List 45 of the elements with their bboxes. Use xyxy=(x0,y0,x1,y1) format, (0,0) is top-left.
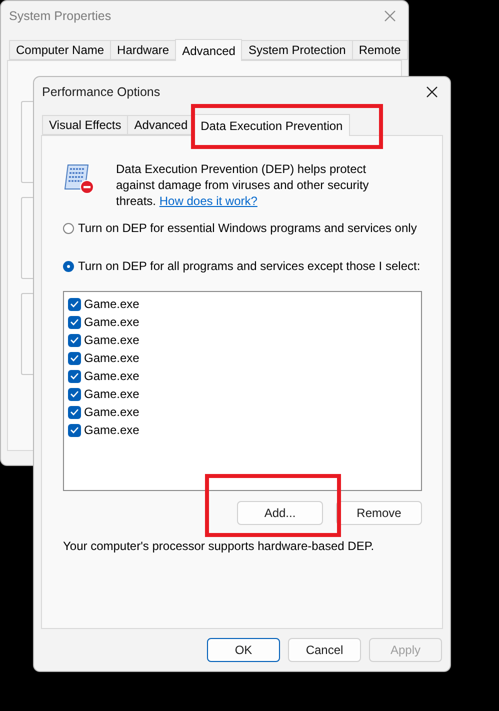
program-name[interactable]: Game.exe xyxy=(84,405,140,419)
list-button[interactable]: Add... xyxy=(237,501,323,525)
tab[interactable]: Visual Effects xyxy=(42,115,128,135)
dialog-button[interactable]: OK xyxy=(207,638,280,662)
program-name[interactable]: Game.exe xyxy=(84,369,140,383)
program-name[interactable]: Game.exe xyxy=(84,297,140,311)
checkmark-icon xyxy=(70,426,79,434)
dialog-button[interactable]: Cancel xyxy=(288,638,361,662)
tab[interactable]: System Protection xyxy=(241,40,353,60)
program-name[interactable]: Game.exe xyxy=(84,423,140,437)
checkmark-icon xyxy=(70,390,79,398)
checkmark-icon xyxy=(70,300,79,308)
checkbox[interactable] xyxy=(68,388,81,400)
checkbox[interactable] xyxy=(68,316,81,328)
tab[interactable]: Data Execution Prevention xyxy=(194,114,350,136)
close-icon xyxy=(384,10,396,22)
window-title: System Properties xyxy=(9,9,112,23)
program-name[interactable]: Game.exe xyxy=(84,351,140,365)
checkbox[interactable] xyxy=(68,370,81,382)
checkmark-icon xyxy=(70,354,79,362)
program-name[interactable]: Game.exe xyxy=(84,315,140,329)
close-button[interactable] xyxy=(424,84,440,100)
close-icon xyxy=(426,86,438,98)
status-text: Your computer's processor supports hardware-based DEP. xyxy=(63,539,376,553)
checkbox[interactable] xyxy=(68,298,81,310)
checkmark-icon xyxy=(70,318,79,326)
window-title: Performance Options xyxy=(42,85,160,99)
radio-button[interactable] xyxy=(63,260,74,272)
description-text: Data Execution Prevention (DEP) helps protect against damage from viruses and other security threats. How does it work? xyxy=(116,161,370,209)
list-button[interactable]: Remove xyxy=(336,501,422,525)
radio-button[interactable] xyxy=(63,222,74,234)
help-link[interactable]: How does it work? xyxy=(159,194,258,208)
checkbox[interactable] xyxy=(68,334,81,346)
tab[interactable]: Computer Name xyxy=(9,40,112,60)
tab[interactable]: Remote xyxy=(352,40,408,60)
checkmark-icon xyxy=(70,336,79,344)
checkbox[interactable] xyxy=(68,406,81,418)
checkbox[interactable] xyxy=(68,352,81,364)
checkbox[interactable] xyxy=(68,424,81,436)
program-name[interactable]: Game.exe xyxy=(84,333,140,347)
checkmark-icon xyxy=(70,372,79,380)
tab[interactable]: Hardware xyxy=(110,40,176,60)
checkmark-icon xyxy=(70,408,79,416)
program-name[interactable]: Game.exe xyxy=(84,387,140,401)
tab[interactable]: Advanced xyxy=(175,39,242,61)
